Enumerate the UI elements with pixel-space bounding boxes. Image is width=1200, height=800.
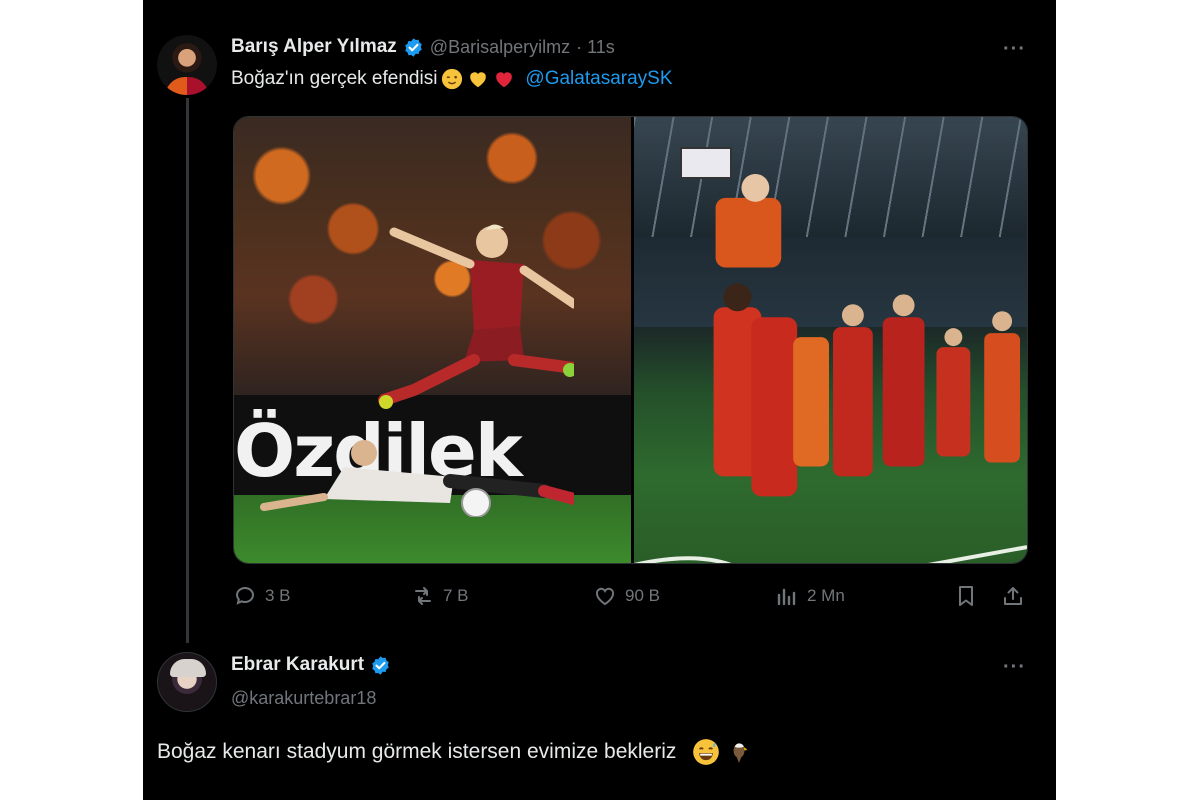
winking-face-emoji [442, 68, 463, 90]
reply-text: Boğaz kenarı stadyum görmek istersen evi… [157, 738, 752, 766]
tweet-photo-1[interactable]: Özdilek [234, 117, 631, 563]
tweet-timestamp[interactable]: · 11s [576, 37, 615, 58]
pitch-markings [634, 545, 1027, 563]
reply-header: Ebrar Karakurt [231, 654, 391, 676]
reply-more-options-button[interactable]: ··· [1003, 656, 1026, 679]
author-handle[interactable]: @Barisalperyilmz [430, 37, 570, 58]
grinning-sweat-emoji [693, 739, 720, 765]
like-count: 90 B [625, 586, 660, 605]
tweet-text: Boğaz'ın gerçek efendisi @GalatasaraySK [231, 68, 673, 90]
bookmark-icon [959, 586, 973, 606]
reply-icon [235, 587, 254, 605]
bookmark-button[interactable] [954, 584, 978, 608]
mention-link[interactable]: @GalatasaraySK [525, 68, 672, 90]
views-count: 2 Mn [807, 586, 845, 605]
tweet-media-grid[interactable]: Özdilek [233, 116, 1028, 564]
tweet-header: Barış Alper Yılmaz @Barisalperyilmz · 11… [231, 36, 615, 58]
timeline-panel: Barış Alper Yılmaz @Barisalperyilmz · 11… [143, 0, 1056, 800]
celebrating-team-figures [713, 173, 1021, 497]
views-button[interactable]: 2 Mn [775, 584, 845, 608]
author-avatar[interactable] [157, 35, 217, 95]
reply-button[interactable]: 3 B [233, 584, 291, 608]
share-icon [1004, 587, 1022, 605]
jumping-player-figure [378, 224, 574, 409]
more-options-button[interactable]: ··· [1003, 38, 1026, 61]
tweet-photo-2[interactable] [634, 117, 1027, 563]
reply-author-name[interactable]: Ebrar Karakurt [231, 654, 364, 676]
author-name[interactable]: Barış Alper Yılmaz [231, 36, 397, 58]
like-button[interactable]: 90 B [593, 584, 660, 608]
repost-button[interactable]: 7 B [411, 584, 469, 608]
reply-body: Boğaz kenarı stadyum görmek istersen evi… [157, 740, 677, 763]
reply-author-avatar[interactable] [157, 652, 217, 712]
repost-icon [415, 587, 431, 605]
verified-badge-icon [405, 37, 422, 57]
red-heart-emoji [496, 72, 513, 88]
reply-count: 3 B [265, 586, 291, 605]
thread-connector-line [186, 98, 189, 643]
share-button[interactable] [1001, 584, 1025, 608]
views-chart-icon [777, 588, 796, 606]
eagle-emoji [733, 743, 749, 763]
repost-count: 7 B [443, 586, 469, 605]
reply-author-handle[interactable]: @karakurtebrar18 [231, 688, 376, 709]
yellow-heart-emoji [470, 72, 487, 88]
verified-badge-icon [372, 655, 389, 675]
tweet-actions-bar: 3 B 7 B 90 B 2 Mn [231, 584, 1031, 614]
tweet-body: Boğaz'ın gerçek efendisi [231, 68, 438, 89]
heart-icon [595, 587, 615, 606]
fallen-player-figure [260, 440, 574, 517]
